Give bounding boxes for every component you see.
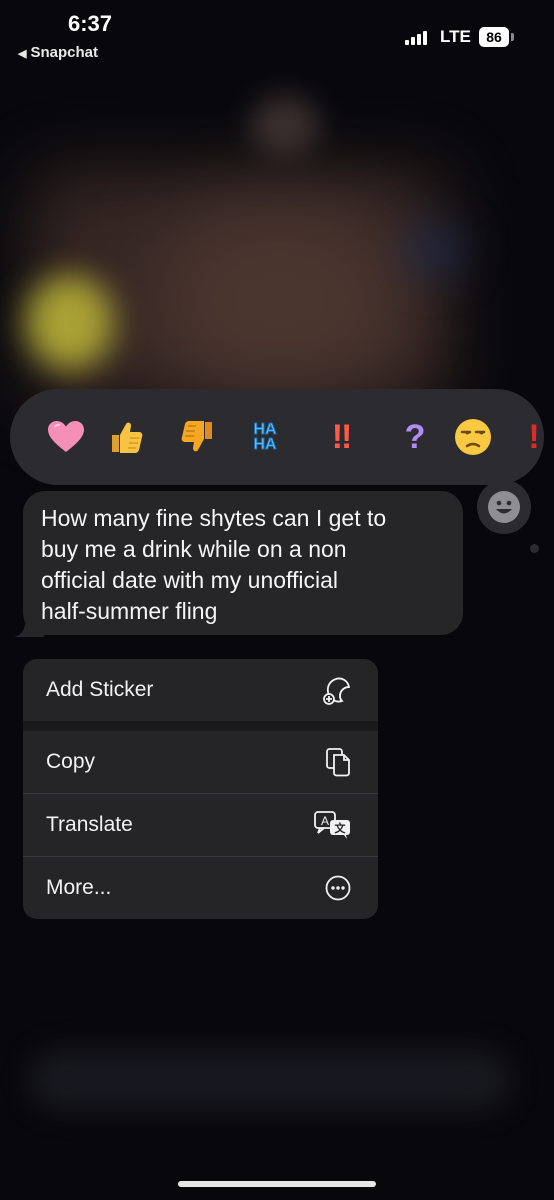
home-indicator[interactable]	[178, 1181, 376, 1187]
back-app-label: Snapchat	[30, 44, 98, 61]
question-icon[interactable]: ?	[390, 412, 440, 462]
more-menu-item[interactable]: More...	[23, 857, 378, 919]
add-sticker-icon	[323, 677, 351, 705]
reaction-bar: HA HA ‼ ? !	[10, 389, 544, 485]
message-line: buy me a drink while on a non	[41, 536, 347, 562]
add-reaction-button[interactable]	[477, 480, 531, 534]
menu-section-divider	[23, 721, 378, 731]
status-bar: 6:37 ◀ Snapchat LTE 86	[0, 0, 554, 70]
svg-text:文: 文	[335, 821, 347, 835]
back-arrow-icon: ◀	[18, 48, 27, 60]
menu-item-label: Add Sticker	[46, 678, 154, 701]
thumbs-up-icon[interactable]	[101, 412, 151, 462]
copy-menu-item[interactable]: Copy	[23, 731, 378, 793]
heart-icon[interactable]	[41, 412, 91, 462]
message-line: How many fine shytes can I get to	[41, 505, 387, 531]
message-line: half-summer fling	[41, 598, 218, 624]
question-glyph: ?	[404, 417, 426, 456]
translate-menu-item[interactable]: Translate A文	[23, 794, 378, 856]
add-sticker-menu-item[interactable]: Add Sticker	[23, 659, 378, 721]
svg-text:A: A	[321, 814, 329, 828]
haha-icon[interactable]: HA HA	[240, 412, 290, 462]
battery-icon: 86	[479, 27, 509, 47]
menu-item-label: Copy	[46, 750, 96, 773]
battery-tip	[511, 33, 514, 41]
context-menu: Add Sticker Copy Translate A文 More...	[23, 659, 378, 919]
cellular-signal-icon	[405, 31, 427, 45]
reaction-tail-dot	[530, 544, 539, 553]
more-icon	[325, 875, 351, 901]
haha-line-1: HA	[253, 421, 277, 438]
menu-item-label: More...	[46, 876, 112, 899]
clock: 6:37	[67, 11, 113, 36]
thumbs-down-icon[interactable]	[173, 412, 223, 462]
message-bubble: How many fine shytes can I get to buy me…	[23, 491, 463, 635]
back-to-app-link[interactable]: ◀ Snapchat	[18, 44, 98, 61]
exclamation-icon[interactable]: !	[509, 412, 544, 462]
double-exclamation-glyph: ‼	[331, 417, 353, 456]
exclamation-glyph: !	[528, 417, 540, 456]
network-type: LTE	[440, 27, 471, 46]
menu-item-label: Translate	[46, 813, 133, 836]
smiley-icon	[488, 491, 520, 523]
unamused-face-icon[interactable]	[448, 412, 498, 462]
haha-line-2: HA	[253, 436, 277, 453]
copy-icon	[326, 748, 350, 777]
double-exclamation-icon[interactable]: ‼	[317, 412, 367, 462]
message-line: official date with my unofficial	[41, 567, 339, 593]
translate-icon: A文	[314, 811, 350, 839]
